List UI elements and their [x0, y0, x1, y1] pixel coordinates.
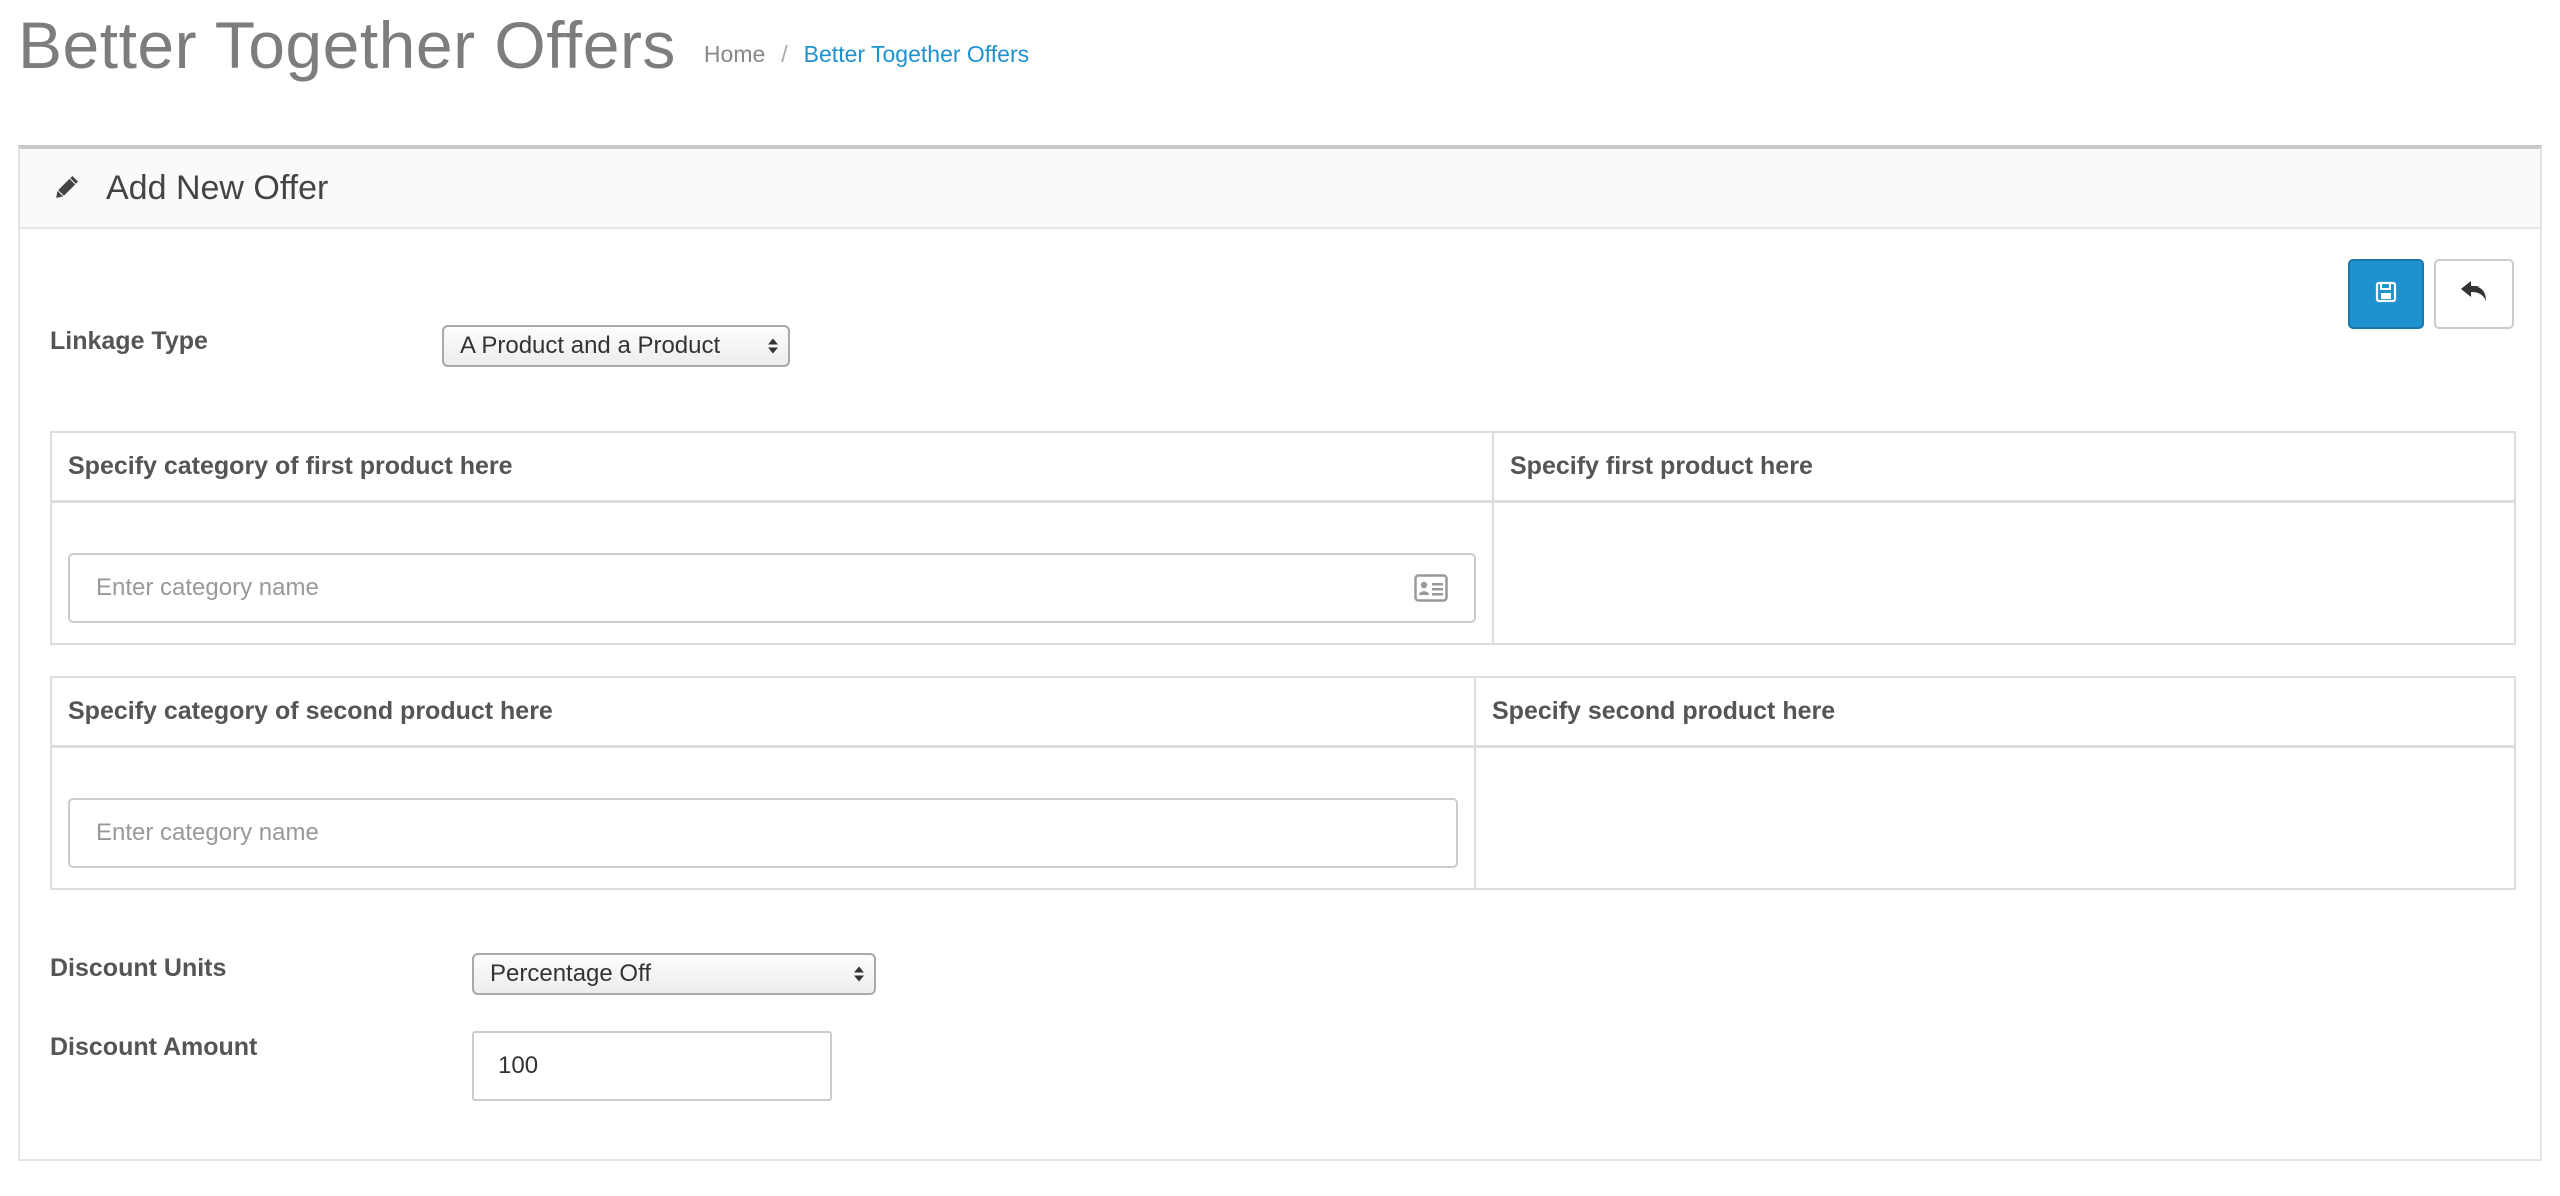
save-icon: [2375, 281, 2397, 308]
discount-amount-input[interactable]: 100: [472, 1031, 832, 1101]
discount-amount-label: Discount Amount: [50, 1033, 258, 1061]
first-category-input[interactable]: Enter category name: [68, 553, 1476, 623]
panel-heading: Add New Offer: [20, 149, 2540, 229]
second-category-cell: Enter category name: [52, 748, 1474, 888]
select-arrows-icon: [768, 338, 778, 354]
second-product-cell: [1476, 748, 2514, 888]
panel-title: Add New Offer: [106, 168, 329, 207]
linkage-type-value: A Product and a Product: [460, 332, 721, 359]
first-product-table: Specify category of first product here S…: [50, 431, 2516, 645]
breadcrumb-home-link[interactable]: Home: [704, 41, 765, 68]
back-button[interactable]: [2434, 259, 2514, 329]
first-product-header: Specify first product here: [1494, 433, 2514, 503]
second-category-input[interactable]: Enter category name: [68, 798, 1458, 868]
linkage-type-label: Linkage Type: [50, 327, 208, 355]
first-category-cell: Enter category name: [52, 503, 1492, 643]
breadcrumb: Home / Better Together Offers: [704, 41, 1029, 68]
second-product-header: Specify second product here: [1476, 678, 2514, 748]
first-category-placeholder: Enter category name: [96, 574, 319, 601]
breadcrumb-current-link[interactable]: Better Together Offers: [804, 41, 1029, 68]
reply-icon: [2459, 279, 2489, 310]
discount-amount-value: 100: [498, 1052, 539, 1079]
select-arrows-icon: [854, 966, 864, 982]
page: Better Together Offers Home / Better Tog…: [0, 0, 2560, 1196]
discount-units-label: Discount Units: [50, 954, 227, 982]
first-category-header: Specify category of first product here: [52, 433, 1492, 503]
id-card-icon: [1414, 574, 1448, 602]
second-category-placeholder: Enter category name: [96, 819, 319, 846]
save-button[interactable]: [2348, 259, 2424, 329]
pencil-icon: [50, 172, 82, 204]
add-offer-panel: Add New Offer Linkage Type A Product and…: [18, 145, 2542, 1161]
second-product-table: Specify category of second product here …: [50, 676, 2516, 890]
second-category-header: Specify category of second product here: [52, 678, 1474, 748]
breadcrumb-separator: /: [781, 41, 788, 67]
page-title: Better Together Offers: [18, 8, 676, 82]
discount-units-value: Percentage Off: [490, 960, 651, 987]
linkage-type-select[interactable]: A Product and a Product: [442, 325, 790, 367]
discount-units-select[interactable]: Percentage Off: [472, 953, 876, 995]
first-product-cell: [1494, 503, 2514, 643]
page-header: Better Together Offers Home / Better Tog…: [18, 12, 1029, 78]
